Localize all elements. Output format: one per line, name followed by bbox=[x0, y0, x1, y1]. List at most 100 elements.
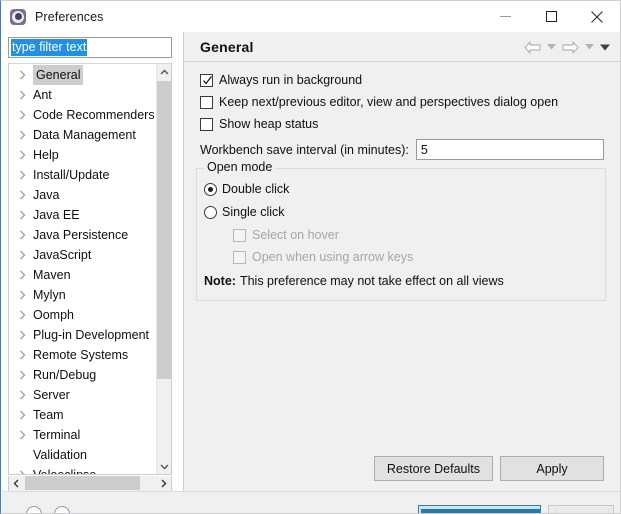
tree-item-javascript[interactable]: JavaScript bbox=[9, 245, 157, 265]
expand-arrow-icon[interactable] bbox=[19, 145, 33, 165]
chevron-right-icon bbox=[161, 479, 167, 487]
expand-arrow-icon[interactable] bbox=[19, 325, 33, 345]
tree-item-spacer bbox=[19, 445, 33, 465]
checkbox-keep-editor-dialog-open[interactable]: Keep next/previous editor, view and pers… bbox=[200, 95, 558, 109]
checkbox-open-when-using-arrow-keys[interactable]: Open when using arrow keys bbox=[233, 250, 413, 264]
tree-item-plug-in-development[interactable]: Plug-in Development bbox=[9, 325, 157, 345]
expand-arrow-icon[interactable] bbox=[19, 345, 33, 365]
expand-arrow-icon[interactable] bbox=[19, 185, 33, 205]
gear-icon bbox=[10, 8, 26, 25]
apply-button[interactable]: Apply bbox=[500, 456, 604, 481]
forward-button[interactable] bbox=[560, 37, 580, 57]
tree-item-validation[interactable]: Validation bbox=[9, 445, 157, 465]
tree-item-install-update[interactable]: Install/Update bbox=[9, 165, 157, 185]
tree-item-data-management[interactable]: Data Management bbox=[9, 125, 157, 145]
expand-arrow-icon[interactable] bbox=[19, 205, 33, 225]
tree-item-terminal[interactable]: Terminal bbox=[9, 425, 157, 445]
expand-arrow-icon[interactable] bbox=[19, 365, 33, 385]
tree-item-veloeclipse[interactable]: Veloeclipse bbox=[9, 465, 157, 474]
expand-arrow-icon[interactable] bbox=[19, 305, 33, 325]
expand-arrow-icon[interactable] bbox=[19, 405, 33, 425]
tree-vertical-scroll-thumb[interactable] bbox=[157, 81, 171, 379]
open-mode-group: Open mode Double click Single click Sele… bbox=[196, 160, 606, 301]
tree-horizontal-scroll-thumb[interactable] bbox=[25, 476, 140, 490]
chevron-right-icon bbox=[20, 350, 26, 360]
minimize-button[interactable] bbox=[482, 1, 528, 32]
expand-arrow-icon[interactable] bbox=[19, 105, 33, 125]
scroll-left-button[interactable] bbox=[9, 476, 24, 490]
workbench-save-interval-row: Workbench save interval (in minutes): bbox=[200, 139, 604, 160]
tree-item-label: Code Recommenders bbox=[33, 108, 155, 122]
checkbox-always-run-in-background[interactable]: Always run in background bbox=[200, 73, 362, 87]
apply-and-close-button[interactable] bbox=[418, 505, 541, 513]
tree-item-general[interactable]: General bbox=[9, 65, 157, 85]
checkbox-select-on-hover[interactable]: Select on hover bbox=[233, 228, 339, 242]
checkbox-box bbox=[200, 117, 213, 131]
expand-arrow-icon[interactable] bbox=[19, 385, 33, 405]
tree-item-label: Java Persistence bbox=[33, 228, 129, 242]
import-icon[interactable] bbox=[26, 506, 42, 513]
tree-item-label: Data Management bbox=[33, 128, 136, 142]
tree-item-code-recommenders[interactable]: Code Recommenders bbox=[9, 105, 157, 125]
tree-item-java-ee[interactable]: Java EE bbox=[9, 205, 157, 225]
checkbox-box bbox=[200, 95, 213, 109]
expand-arrow-icon[interactable] bbox=[19, 245, 33, 265]
radio-single-click[interactable]: Single click bbox=[204, 205, 285, 219]
tree-vertical-scrollbar[interactable] bbox=[156, 64, 171, 474]
expand-arrow-icon[interactable] bbox=[19, 465, 33, 474]
checkbox-show-heap-status[interactable]: Show heap status bbox=[200, 117, 318, 131]
radio-button bbox=[204, 205, 217, 219]
window-title: Preferences bbox=[35, 9, 104, 24]
restore-defaults-button[interactable]: Restore Defaults bbox=[373, 456, 493, 481]
expand-arrow-icon[interactable] bbox=[19, 65, 33, 85]
note-prefix: Note: bbox=[204, 274, 236, 288]
filter-input[interactable]: type filter text bbox=[8, 37, 172, 58]
radio-label: Single click bbox=[222, 205, 285, 219]
tree-item-remote-systems[interactable]: Remote Systems bbox=[9, 345, 157, 365]
view-menu-button[interactable] bbox=[598, 37, 612, 57]
tree-item-java[interactable]: Java bbox=[9, 185, 157, 205]
tree-item-label: Team bbox=[33, 408, 64, 422]
expand-arrow-icon[interactable] bbox=[19, 85, 33, 105]
expand-arrow-icon[interactable] bbox=[19, 425, 33, 445]
expand-arrow-icon[interactable] bbox=[19, 125, 33, 145]
checkbox-label: Keep next/previous editor, view and pers… bbox=[219, 95, 559, 109]
checkbox-box bbox=[200, 73, 213, 87]
tree-item-ant[interactable]: Ant bbox=[9, 85, 157, 105]
chevron-right-icon bbox=[20, 310, 26, 320]
tree-item-run-debug[interactable]: Run/Debug bbox=[9, 365, 157, 385]
tree-horizontal-scrollbar[interactable] bbox=[8, 476, 172, 492]
tree-item-label: Java bbox=[33, 188, 60, 202]
forward-history-dropdown[interactable] bbox=[582, 37, 596, 57]
chevron-right-icon bbox=[20, 270, 26, 280]
tree-item-mylyn[interactable]: Mylyn bbox=[9, 285, 157, 305]
scroll-right-button[interactable] bbox=[156, 476, 171, 490]
tree-item-help[interactable]: Help bbox=[9, 145, 157, 165]
export-icon[interactable] bbox=[54, 506, 70, 513]
tree-item-maven[interactable]: Maven bbox=[9, 265, 157, 285]
tree-item-server[interactable]: Server bbox=[9, 385, 157, 405]
checkbox-label: Show heap status bbox=[219, 117, 319, 131]
tree-item-oomph[interactable]: Oomph bbox=[9, 305, 157, 325]
maximize-button[interactable] bbox=[528, 1, 574, 32]
tree-item-team[interactable]: Team bbox=[9, 405, 157, 425]
expand-arrow-icon[interactable] bbox=[19, 165, 33, 185]
expand-arrow-icon[interactable] bbox=[19, 265, 33, 285]
radio-dot bbox=[208, 186, 213, 192]
close-button[interactable] bbox=[574, 1, 620, 32]
back-button[interactable] bbox=[522, 37, 542, 57]
radio-double-click[interactable]: Double click bbox=[204, 182, 289, 196]
scroll-up-button[interactable] bbox=[157, 64, 171, 80]
preference-page-panel: General Always run in background Keep ne… bbox=[183, 32, 620, 491]
preferences-tree[interactable]: General Ant Code Recommenders Data Manageme… bbox=[8, 63, 172, 475]
back-history-dropdown[interactable] bbox=[544, 37, 558, 57]
chevron-down-icon bbox=[160, 464, 169, 469]
tree-item-java-persistence[interactable]: Java Persistence bbox=[9, 225, 157, 245]
workbench-save-interval-input[interactable] bbox=[415, 139, 604, 160]
chevron-right-icon bbox=[20, 370, 26, 380]
expand-arrow-icon[interactable] bbox=[19, 285, 33, 305]
expand-arrow-icon[interactable] bbox=[19, 225, 33, 245]
tree-item-label: JavaScript bbox=[33, 248, 92, 262]
cancel-button[interactable] bbox=[548, 505, 614, 513]
scroll-down-button[interactable] bbox=[157, 458, 171, 474]
